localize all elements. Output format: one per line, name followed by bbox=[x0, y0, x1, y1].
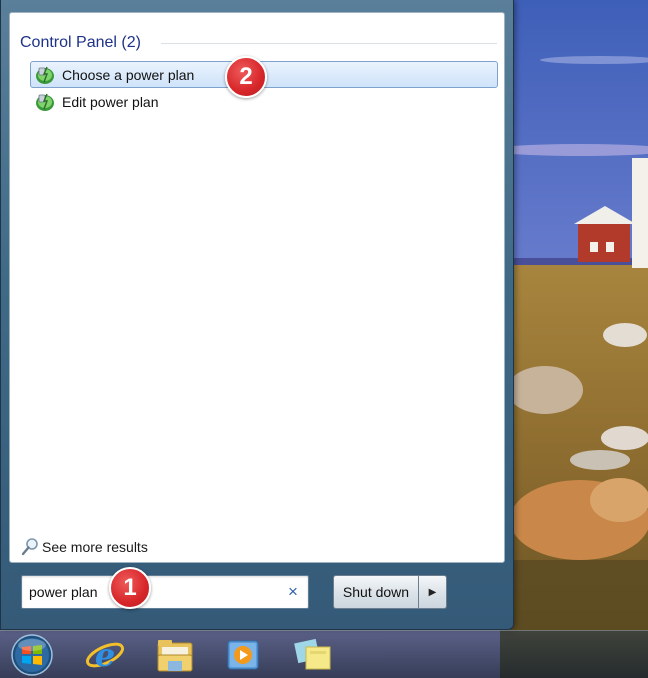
windows-explorer-icon bbox=[157, 640, 193, 672]
shutdown-options-arrow-icon[interactable]: ▶ bbox=[419, 575, 447, 609]
result-label: Edit power plan bbox=[62, 93, 159, 110]
taskbar-windows-explorer[interactable] bbox=[152, 633, 198, 677]
group-divider bbox=[161, 43, 497, 44]
start-search-box[interactable]: × bbox=[21, 575, 309, 609]
taskbar-sticky-notes[interactable] bbox=[290, 633, 336, 677]
shutdown-group: Shut down ▶ bbox=[333, 575, 447, 609]
svg-text:e: e bbox=[95, 636, 115, 674]
step-2-badge: 2 bbox=[225, 56, 267, 98]
media-player-icon bbox=[227, 640, 259, 670]
result-label: Choose a power plan bbox=[62, 66, 195, 83]
power-options-icon bbox=[36, 66, 54, 84]
step-1-badge: 1 bbox=[109, 567, 151, 609]
search-input[interactable] bbox=[22, 576, 282, 608]
see-more-results-link[interactable]: See more results bbox=[20, 537, 148, 557]
sticky-notes-icon bbox=[294, 638, 331, 670]
start-orb-button[interactable] bbox=[8, 633, 54, 677]
start-menu: Control Panel (2) Choose a power plan Ed… bbox=[0, 0, 514, 630]
group-header-control-panel[interactable]: Control Panel (2) bbox=[20, 33, 141, 53]
magnifier-icon bbox=[21, 538, 38, 556]
taskbar-internet-explorer[interactable]: e bbox=[82, 633, 128, 677]
clear-search-icon[interactable]: × bbox=[284, 583, 302, 601]
shutdown-button[interactable]: Shut down bbox=[333, 575, 419, 609]
see-more-label: See more results bbox=[42, 539, 148, 555]
power-options-icon bbox=[36, 93, 54, 111]
taskbar-media-player[interactable] bbox=[220, 633, 266, 677]
start-orb-icon bbox=[11, 634, 53, 676]
internet-explorer-icon: e bbox=[85, 636, 125, 674]
result-edit-power-plan[interactable]: Edit power plan bbox=[30, 88, 498, 115]
taskbar: e bbox=[0, 630, 648, 678]
